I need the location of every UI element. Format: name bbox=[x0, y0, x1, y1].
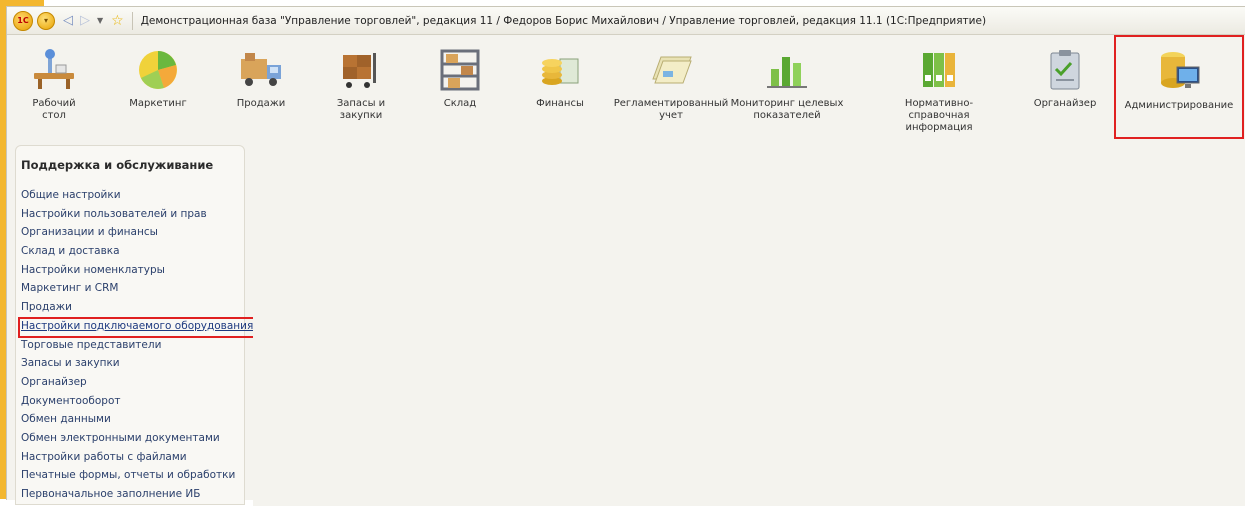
nav-item-edi-exchange[interactable]: Обмен электронными документами bbox=[21, 429, 244, 448]
back-arrow-icon[interactable]: ◁ bbox=[63, 13, 73, 28]
nav-item-equipment-settings-label[interactable]: Настройки подключаемого оборудования bbox=[21, 320, 253, 332]
bar-chart-icon bbox=[767, 57, 807, 88]
forward-arrow-icon[interactable]: ▷ bbox=[80, 13, 90, 28]
nav-item-equipment-settings[interactable]: Настройки подключаемого оборудования bbox=[18, 316, 255, 338]
nav-item-general-settings[interactable]: Общие настройки bbox=[21, 186, 244, 205]
title-separator bbox=[131, 11, 133, 30]
app-window: 1С ▾ ◁ ▷ ▼ ☆ Демонстрационная база "Упра… bbox=[6, 6, 1245, 506]
desk-icon bbox=[34, 49, 74, 89]
panel-title: Поддержка и обслуживание bbox=[21, 158, 214, 172]
binders-icon bbox=[923, 53, 955, 87]
workspace-area bbox=[253, 145, 1245, 506]
nav-item-nomenclature-settings[interactable]: Настройки номенклатуры bbox=[21, 261, 244, 280]
section-label: Органайзер bbox=[1033, 98, 1097, 109]
nav-item-sales-representatives[interactable]: Торговые представители bbox=[21, 336, 244, 355]
truck-icon bbox=[241, 53, 281, 86]
coins-icon bbox=[542, 58, 579, 85]
section-label: Продажи bbox=[236, 98, 286, 109]
nav-item-initial-fill[interactable]: Первоначальное заполнение ИБ bbox=[21, 485, 244, 504]
nav-item-file-settings[interactable]: Настройки работы с файлами bbox=[21, 448, 244, 467]
nav-item-users-rights[interactable]: Настройки пользователей и прав bbox=[21, 205, 244, 224]
nav-item-document-flow[interactable]: Документооборот bbox=[21, 392, 244, 411]
section-organizer[interactable]: Органайзер bbox=[1010, 35, 1120, 139]
pie-chart-icon bbox=[139, 51, 177, 89]
section-label: Маркетинг bbox=[129, 98, 187, 109]
1c-logo-icon[interactable]: 1С bbox=[13, 10, 33, 31]
section-warehouse[interactable]: Склад bbox=[402, 35, 518, 139]
section-label: Мониторинг целевых показателей bbox=[730, 98, 844, 121]
section-label: Рабочий стол bbox=[32, 98, 76, 121]
main-menu-icon[interactable]: ▾ bbox=[37, 11, 55, 30]
section-marketing[interactable]: Маркетинг bbox=[100, 35, 216, 139]
nav-item-warehouse-delivery[interactable]: Склад и доставка bbox=[21, 242, 244, 261]
navigation-panel: Поддержка и обслуживание Общие настройки… bbox=[15, 145, 255, 505]
database-monitor-icon bbox=[1161, 52, 1200, 88]
section-reference-info[interactable]: Нормативно-справочная информация bbox=[869, 35, 1009, 139]
section-sales[interactable]: Продажи bbox=[203, 35, 319, 139]
clipboard-icon bbox=[1050, 50, 1080, 90]
section-label: Финансы bbox=[536, 98, 584, 109]
section-bar: Рабочий стол Маркетинг Продажи Запасы и … bbox=[7, 35, 1245, 143]
documents-icon bbox=[652, 56, 692, 84]
nav-item-marketing-crm[interactable]: Маркетинг и CRM bbox=[21, 279, 244, 298]
shelves-icon bbox=[440, 49, 480, 91]
section-label: Склад bbox=[443, 98, 477, 109]
section-label: Регламентированный учет bbox=[613, 98, 729, 121]
boxes-cart-icon bbox=[343, 53, 376, 88]
title-bar: 1С ▾ ◁ ▷ ▼ ☆ Демонстрационная база "Упра… bbox=[7, 7, 1245, 35]
window-title: Демонстрационная база "Управление торгов… bbox=[140, 14, 987, 27]
section-regulated-accounting[interactable]: Регламентированный учет bbox=[613, 35, 729, 139]
section-desktop[interactable]: Рабочий стол bbox=[0, 35, 112, 139]
nav-item-stock-purchases[interactable]: Запасы и закупки bbox=[21, 354, 244, 373]
section-label: Нормативно-справочная информация bbox=[904, 98, 974, 133]
nav-item-sales[interactable]: Продажи bbox=[21, 298, 244, 317]
section-target-monitoring[interactable]: Мониторинг целевых показателей bbox=[722, 35, 852, 139]
section-finance[interactable]: Финансы bbox=[502, 35, 618, 139]
section-administration[interactable]: Администрирование bbox=[1114, 35, 1244, 139]
nav-item-print-forms-reports[interactable]: Печатные формы, отчеты и обработки bbox=[21, 466, 244, 485]
section-label: Администрирование bbox=[1124, 100, 1234, 111]
history-dropdown-icon[interactable]: ▼ bbox=[97, 16, 103, 25]
favorites-star-icon[interactable]: ☆ bbox=[111, 13, 124, 29]
nav-list: Общие настройки Настройки пользователей … bbox=[18, 186, 255, 504]
nav-item-organizer[interactable]: Органайзер bbox=[21, 373, 244, 392]
nav-item-organizations-finance[interactable]: Организации и финансы bbox=[21, 223, 244, 242]
nav-item-data-exchange[interactable]: Обмен данными bbox=[21, 410, 244, 429]
